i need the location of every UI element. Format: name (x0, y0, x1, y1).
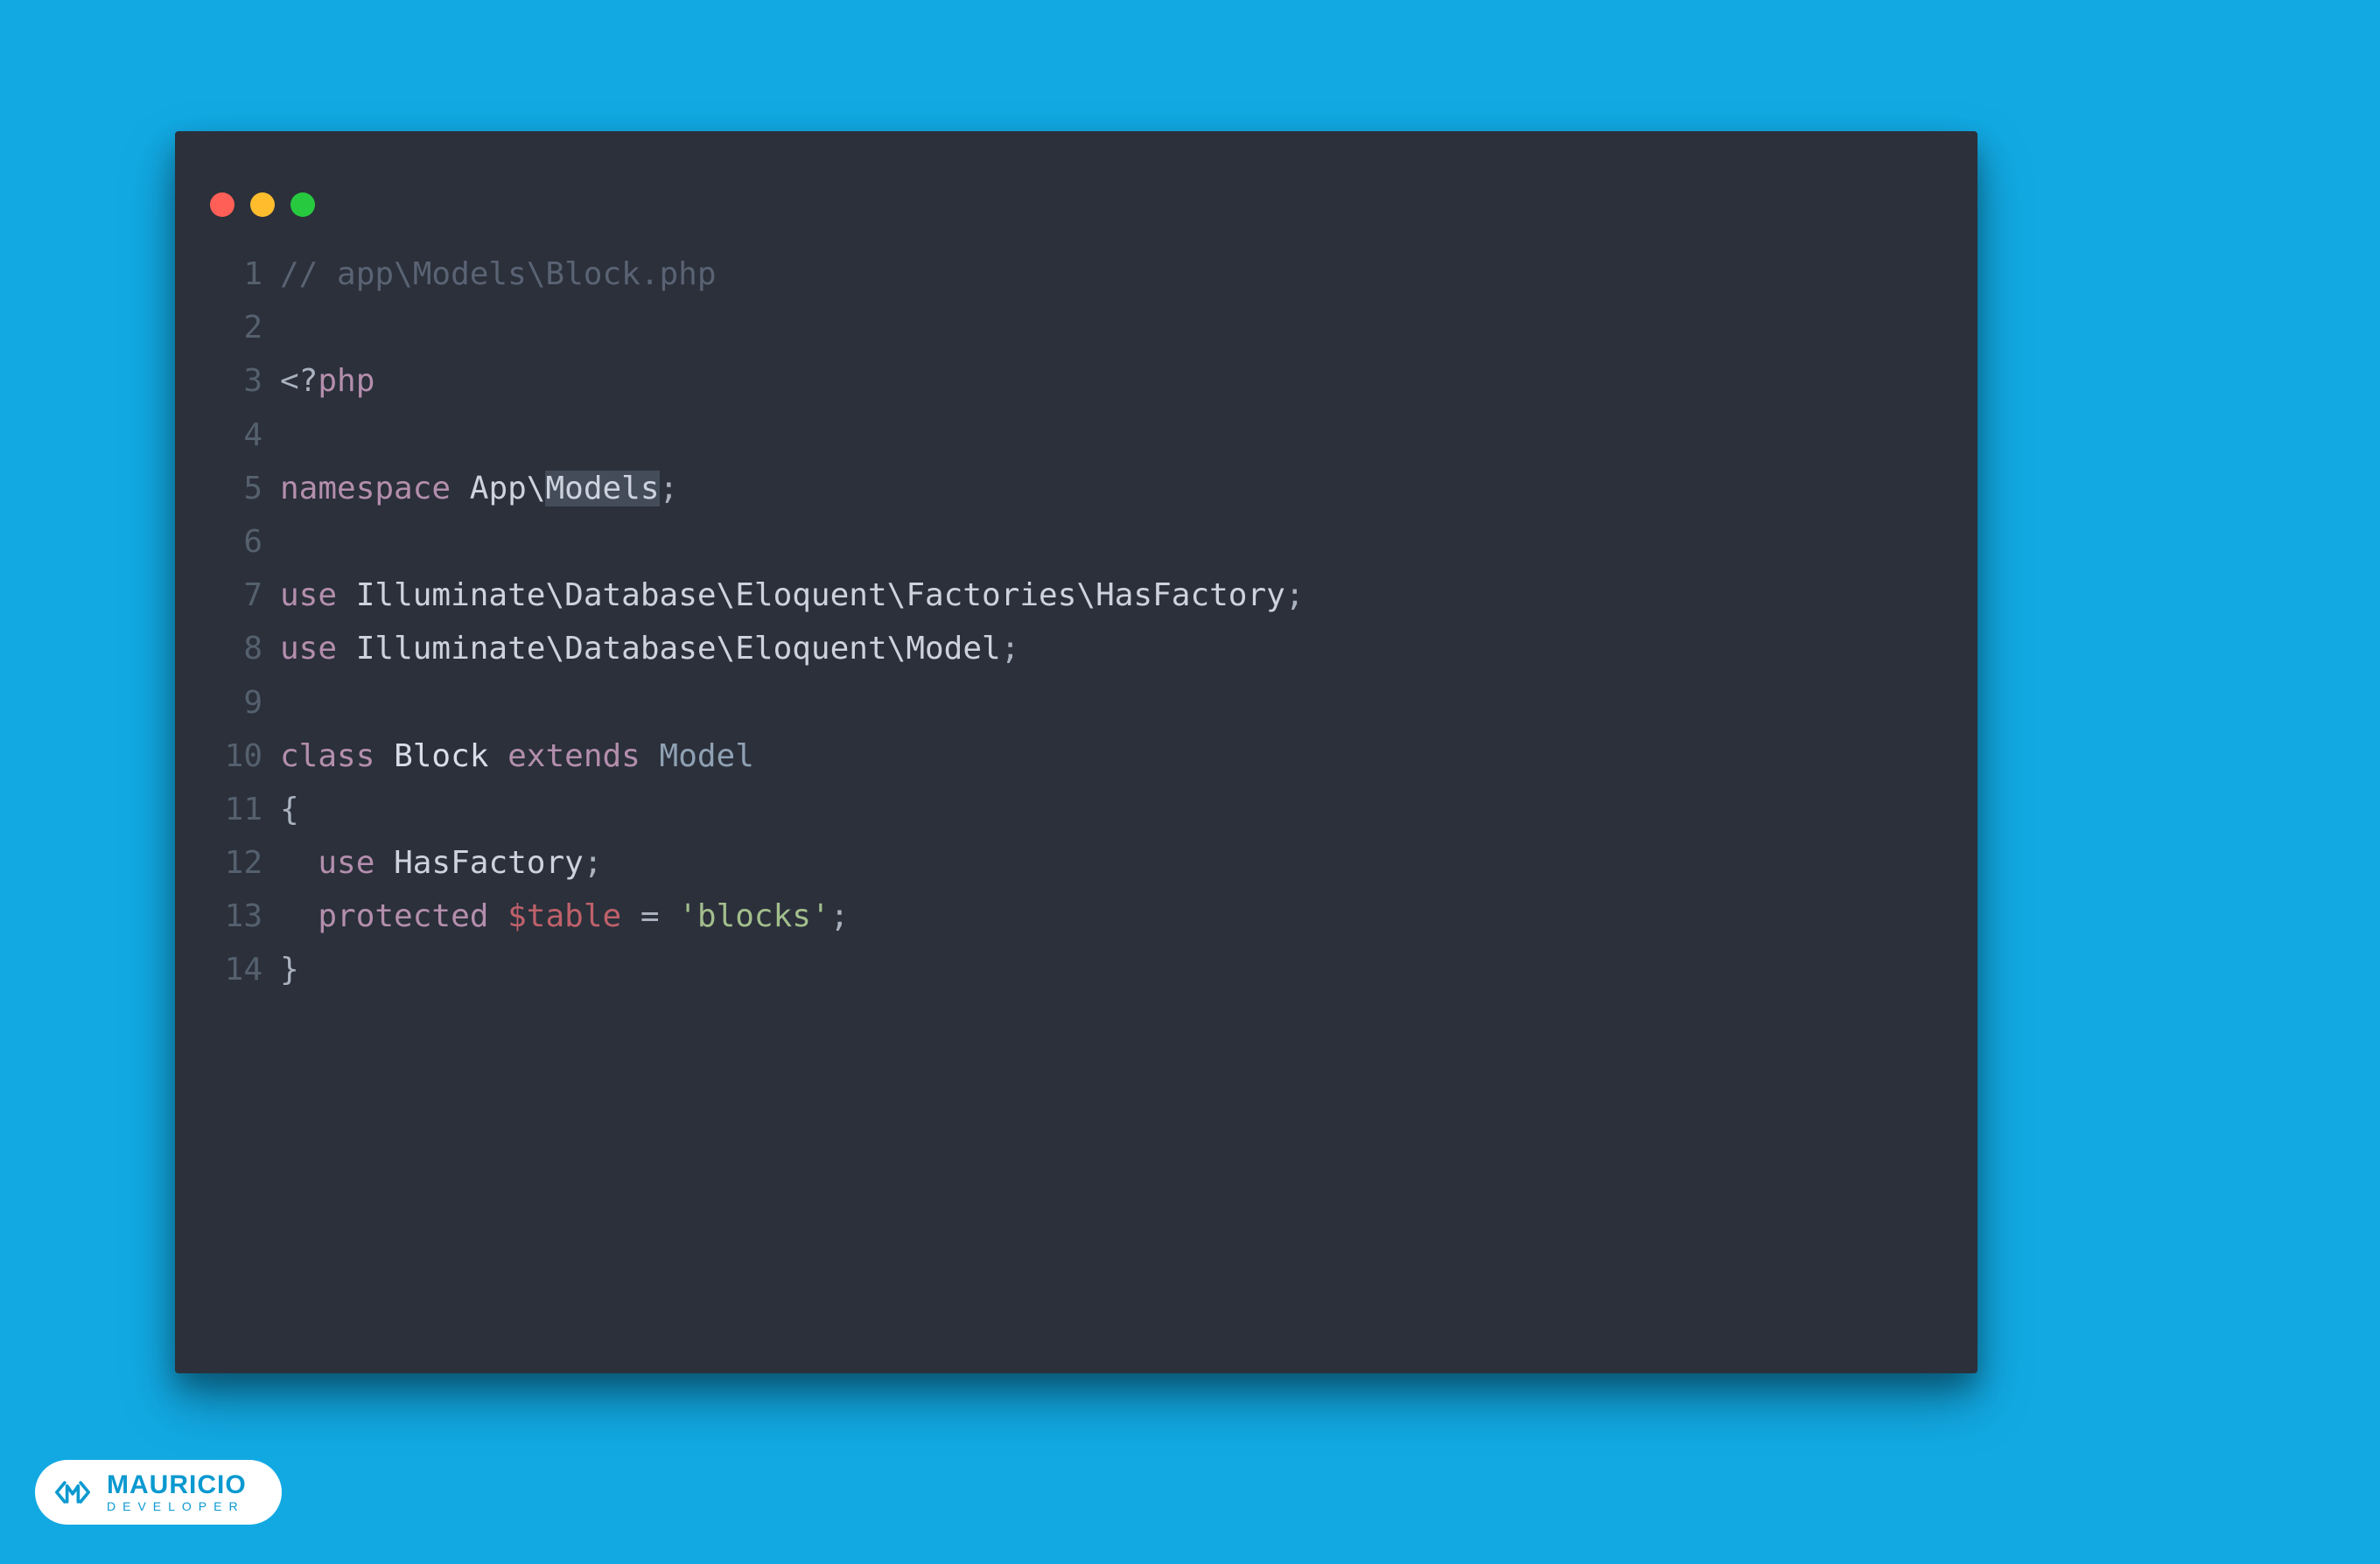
line-number: 5 (210, 462, 262, 515)
code-line: 1 // app\Models\Block.php (210, 248, 1942, 301)
code-line: 10 class Block extends Model (210, 730, 1942, 783)
line-content: <?php (280, 354, 374, 408)
line-number: 8 (210, 622, 262, 675)
line-number: 12 (210, 836, 262, 890)
code-line: 3 <?php (210, 354, 1942, 408)
line-number: 2 (210, 301, 262, 354)
line-content: // app\Models\Block.php (280, 248, 717, 301)
watermark-text: MAURICIO DEVELOPER (107, 1472, 247, 1512)
window-close-button[interactable] (210, 192, 234, 217)
code-line: 8 use Illuminate\Database\Eloquent\Model; (210, 622, 1942, 675)
logo-icon (52, 1475, 93, 1510)
window-titlebar (175, 166, 1978, 239)
line-number: 1 (210, 248, 262, 301)
code-line: 12 use HasFactory; (210, 836, 1942, 890)
line-content (280, 515, 299, 569)
line-number: 9 (210, 676, 262, 730)
code-line: 13 protected $table = 'blocks'; (210, 890, 1942, 943)
code-line: 7 use Illuminate\Database\Eloquent\Factor… (210, 569, 1942, 622)
line-number: 3 (210, 354, 262, 408)
code-area[interactable]: 1 // app\Models\Block.php 2 3 <?php 4 5 names… (175, 239, 1978, 1032)
line-content (280, 676, 299, 730)
window-maximize-button[interactable] (290, 192, 315, 217)
line-content: class Block extends Model (280, 730, 754, 783)
line-number: 6 (210, 515, 262, 569)
code-line: 5 namespace App\Models; (210, 462, 1942, 515)
code-line: 2 (210, 301, 1942, 354)
code-line: 6 (210, 515, 1942, 569)
code-line: 4 (210, 408, 1942, 462)
watermark-name: MAURICIO (107, 1472, 247, 1498)
line-content: use Illuminate\Database\Eloquent\Model; (280, 622, 1019, 675)
code-line: 9 (210, 676, 1942, 730)
line-content (280, 408, 299, 462)
line-number: 14 (210, 943, 262, 996)
line-content (280, 301, 299, 354)
code-editor-window: 1 // app\Models\Block.php 2 3 <?php 4 5 names… (175, 131, 1978, 1373)
window-minimize-button[interactable] (250, 192, 275, 217)
watermark-badge: MAURICIO DEVELOPER (35, 1460, 282, 1525)
code-line: 11 { (210, 783, 1942, 836)
code-line: 14} (210, 943, 1942, 996)
line-number: 13 (210, 890, 262, 943)
line-content: use Illuminate\Database\Eloquent\Factori… (280, 569, 1305, 622)
watermark-subtitle: DEVELOPER (107, 1500, 247, 1512)
line-content: { (280, 783, 299, 836)
line-number: 11 (210, 783, 262, 836)
line-content: use HasFactory; (280, 836, 603, 890)
line-content: namespace App\Models; (280, 462, 678, 515)
line-content: protected $table = 'blocks'; (280, 890, 849, 943)
line-number: 4 (210, 408, 262, 462)
line-content: } (280, 943, 299, 996)
line-number: 7 (210, 569, 262, 622)
line-number: 10 (210, 730, 262, 783)
